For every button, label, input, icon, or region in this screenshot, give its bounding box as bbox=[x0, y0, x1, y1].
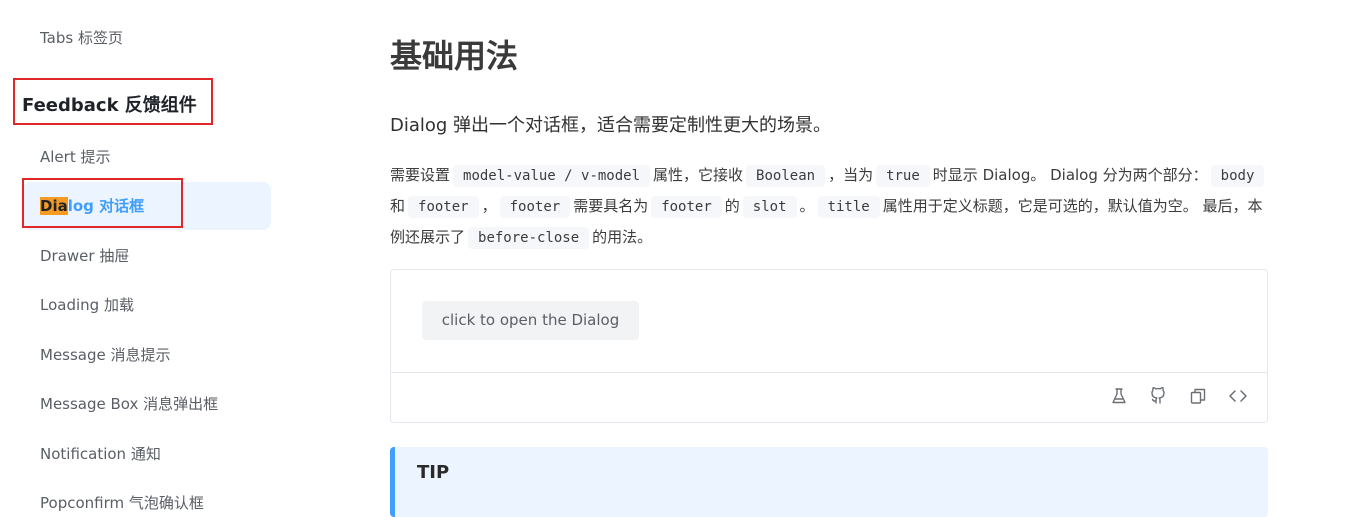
para-text: 和 bbox=[390, 197, 406, 215]
lead-text: Dialog 弹出一个对话框，适合需要定制性更大的场景。 bbox=[390, 115, 832, 136]
para-text: 属性，它接收 bbox=[653, 166, 744, 184]
sidebar-item-alert[interactable]: Alert 提示 bbox=[40, 147, 110, 167]
sidebar: Tabs 标签页 Feedback 反馈组件 Alert 提示 Dialog 对… bbox=[0, 0, 300, 512]
playground-icon[interactable] bbox=[1109, 386, 1129, 406]
inline-code: before-close bbox=[468, 227, 590, 249]
github-icon[interactable] bbox=[1148, 386, 1168, 406]
inline-code: footer bbox=[499, 196, 571, 218]
para-text: ， bbox=[481, 197, 497, 215]
sidebar-item-notification[interactable]: Notification 通知 bbox=[40, 444, 161, 464]
para-text: 。 bbox=[799, 197, 815, 215]
sidebar-item-message-box[interactable]: Message Box 消息弹出框 bbox=[40, 394, 218, 414]
para-text: 的用法。 bbox=[592, 228, 653, 246]
inline-code: true bbox=[876, 165, 930, 187]
inline-code: Boolean bbox=[746, 165, 826, 187]
para-text: 需要设置 bbox=[390, 166, 451, 184]
sidebar-group-title: Feedback 反馈组件 bbox=[22, 95, 197, 116]
tip-block: TIP bbox=[390, 447, 1268, 517]
page-title: 基础用法 bbox=[390, 37, 519, 75]
inline-code: model-value / v-model bbox=[453, 165, 651, 187]
demo-block: click to open the Dialog bbox=[390, 269, 1268, 423]
description-paragraph: 需要设置 model-value / v-model 属性，它接收 Boolean ，当… bbox=[390, 160, 1268, 253]
copy-icon[interactable] bbox=[1188, 386, 1208, 406]
annotation-box-dialog bbox=[22, 178, 183, 228]
sidebar-item-loading[interactable]: Loading 加载 bbox=[40, 295, 134, 315]
sidebar-item-popconfirm[interactable]: Popconfirm 气泡确认框 bbox=[40, 493, 204, 513]
para-text: 需要具名为 bbox=[573, 197, 649, 215]
inline-code: slot bbox=[742, 196, 797, 218]
sidebar-item-message[interactable]: Message 消息提示 bbox=[40, 345, 171, 365]
inline-code: title bbox=[817, 196, 880, 218]
open-dialog-button[interactable]: click to open the Dialog bbox=[422, 301, 639, 340]
sidebar-item-tabs[interactable]: Tabs 标签页 bbox=[40, 28, 123, 48]
para-text: 的 bbox=[724, 197, 740, 215]
sidebar-item-drawer[interactable]: Drawer 抽屉 bbox=[40, 246, 129, 266]
inline-code: footer bbox=[651, 196, 722, 218]
divider bbox=[391, 372, 1267, 373]
inline-code: footer bbox=[408, 196, 479, 218]
code-icon[interactable] bbox=[1228, 386, 1248, 406]
para-text: 时显示 Dialog。 Dialog 分为两个部分： bbox=[932, 166, 1208, 184]
inline-code: body bbox=[1210, 165, 1265, 187]
tip-title: TIP bbox=[417, 462, 450, 483]
main-content: 基础用法 Dialog 弹出一个对话框，适合需要定制性更大的场景。 需要设置 mo… bbox=[390, 0, 1270, 517]
para-text: ，当为 bbox=[828, 166, 874, 184]
